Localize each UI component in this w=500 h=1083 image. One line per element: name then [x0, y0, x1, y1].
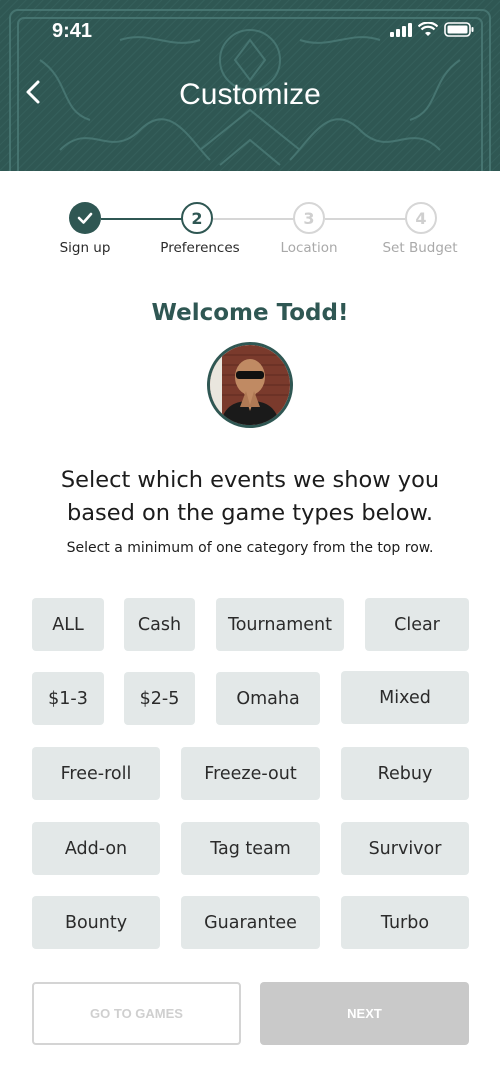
step-connector	[325, 218, 407, 220]
step-2-circle[interactable]: 2	[181, 202, 213, 234]
step-1-circle[interactable]	[69, 202, 101, 234]
step-2-label: Preferences	[160, 240, 240, 256]
chip-all[interactable]: ALL	[32, 598, 104, 651]
instructions-line-2: based on the game types below.	[66, 500, 434, 526]
next-button[interactable]: NEXT	[260, 982, 469, 1045]
avatar	[207, 342, 293, 428]
instructions-line-1: Select which events we show you	[60, 467, 440, 493]
check-icon	[77, 212, 93, 224]
step-4-circle[interactable]: 4	[405, 202, 437, 234]
chip-guarantee[interactable]: Guarantee	[181, 896, 320, 949]
avatar-photo	[210, 345, 290, 425]
instructions-headline: Select which events we show you based on…	[20, 464, 480, 530]
chip-2-5[interactable]: $2-5	[124, 672, 195, 725]
header: 9:41 Customize	[0, 0, 500, 171]
step-connector	[213, 218, 295, 220]
go-to-games-button[interactable]: GO TO GAMES	[32, 982, 241, 1045]
chip-tag-team[interactable]: Tag team	[181, 822, 320, 875]
step-connector-complete	[101, 218, 183, 220]
chip-rebuy[interactable]: Rebuy	[341, 747, 469, 800]
chip-omaha[interactable]: Omaha	[216, 672, 320, 725]
step-4-label: Set Budget	[382, 240, 458, 256]
chip-survivor[interactable]: Survivor	[341, 822, 469, 875]
chip-cash[interactable]: Cash	[124, 598, 195, 651]
chip-freeze-out[interactable]: Freeze-out	[181, 747, 320, 800]
step-1-label: Sign up	[59, 240, 111, 256]
chip-clear[interactable]: Clear	[365, 598, 469, 651]
chip-add-on[interactable]: Add-on	[32, 822, 160, 875]
chip-free-roll[interactable]: Free-roll	[32, 747, 160, 800]
chip-mixed[interactable]: Mixed	[341, 671, 469, 724]
battery-icon	[444, 22, 474, 37]
wifi-icon	[418, 22, 438, 36]
signal-icon	[390, 22, 412, 37]
welcome-heading: Welcome Todd!	[151, 300, 349, 326]
chip-bounty[interactable]: Bounty	[32, 896, 160, 949]
step-3-circle[interactable]: 3	[293, 202, 325, 234]
chip-tournament[interactable]: Tournament	[216, 598, 344, 651]
step-3-label: Location	[280, 240, 338, 256]
page-title: Customize	[179, 78, 321, 111]
status-time: 9:41	[52, 20, 93, 42]
chip-turbo[interactable]: Turbo	[341, 896, 469, 949]
chip-1-3[interactable]: $1-3	[32, 672, 104, 725]
instructions-hint: Select a minimum of one category from th…	[66, 540, 434, 556]
status-icons	[390, 22, 474, 37]
